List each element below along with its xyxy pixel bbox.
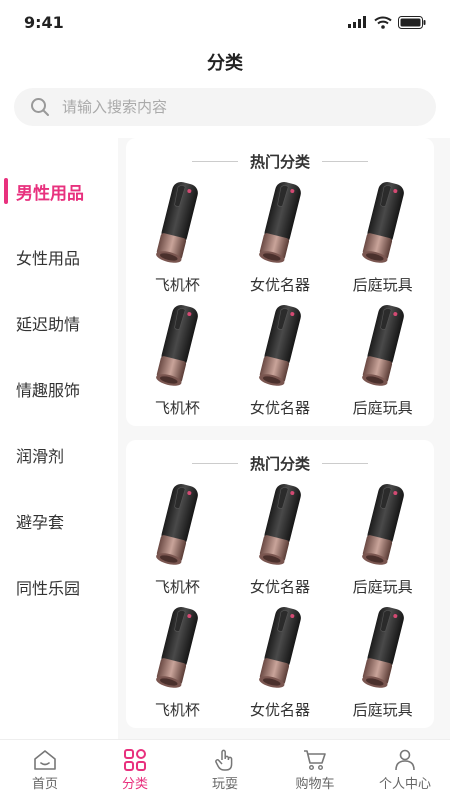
home-icon [34,749,56,770]
sidebar-item-male[interactable]: 男性用品 [0,158,118,224]
product-image [360,604,406,691]
sidebar-item-label: 润滑剂 [16,447,65,466]
product-item[interactable]: 女优名器 [229,480,332,597]
status-bar: 9:41 [0,0,450,44]
product-label: 女优名器 [249,578,310,596]
product-label: 后庭玩具 [352,399,413,417]
sidebar-item-label: 避孕套 [16,513,65,532]
user-icon [395,749,415,770]
sidebar-item-apparel[interactable]: 情趣服饰 [0,356,118,422]
category-section: 热门分类 飞机杯 女优名器 后庭玩具 飞机杯 女优名器 后庭玩具 [126,440,434,728]
product-image [154,481,201,568]
search-icon [31,98,49,116]
tab-category[interactable]: 分类 [90,740,180,800]
search-box[interactable] [14,88,436,126]
sidebar-item-female[interactable]: 女性用品 [0,224,118,290]
content-area: 男性用品 女性用品 延迟助情 情趣服饰 润滑剂 避孕套 同性乐园 热门分类 飞机… [0,136,450,740]
product-image [154,302,201,389]
search-input[interactable] [60,97,384,117]
battery-icon [398,15,426,29]
product-image [360,302,406,389]
product-item[interactable]: 女优名器 [229,178,332,295]
sidebar-item-label: 情趣服饰 [16,381,81,400]
product-item[interactable]: 后庭玩具 [331,178,434,295]
product-item[interactable]: 飞机杯 [126,178,229,295]
sidebar-item-gay[interactable]: 同性乐园 [0,554,118,620]
product-image [360,179,406,266]
tab-label: 个人中心 [378,776,431,792]
product-item[interactable]: 女优名器 [229,603,332,720]
sidebar-item-lubricant[interactable]: 润滑剂 [0,422,118,488]
divider [191,462,238,464]
product-image [257,179,304,266]
section-title: 热门分类 [249,454,310,473]
sidebar-item-label: 同性乐园 [16,579,81,598]
sidebar-item-label: 延迟助情 [16,315,81,334]
product-image [360,481,406,568]
category-section: 热门分类 飞机杯 女优名器 后庭玩具 飞机杯 女优名器 后庭玩具 [126,138,434,426]
tab-label: 分类 [121,776,148,792]
tab-cart[interactable]: 购物车 [270,740,360,800]
product-image [257,302,304,389]
product-image [257,604,304,691]
product-grid: 飞机杯 女优名器 后庭玩具 飞机杯 女优名器 后庭玩具 [126,178,434,418]
cart-icon [304,749,326,770]
search-bar [0,80,450,138]
divider [322,160,368,162]
product-item[interactable]: 飞机杯 [126,480,229,597]
tab-label: 首页 [31,776,58,792]
status-time: 9:41 [24,12,64,32]
tab-label: 玩耍 [211,776,238,792]
product-item[interactable]: 后庭玩具 [331,603,434,720]
signal-icon [348,16,366,28]
tab-label: 购物车 [295,776,335,792]
tab-profile[interactable]: 个人中心 [360,740,450,800]
product-label: 后庭玩具 [352,701,413,719]
product-item[interactable]: 后庭玩具 [331,480,434,597]
product-item[interactable]: 女优名器 [229,301,332,418]
product-image [154,604,201,691]
product-label: 女优名器 [249,701,310,719]
status-icons [348,15,426,29]
tab-home[interactable]: 首页 [0,740,90,800]
product-image [257,481,304,568]
product-label: 后庭玩具 [352,276,413,294]
divider [191,160,238,162]
hand-icon [215,749,233,771]
wifi-icon [374,16,392,29]
bottom-tab-bar: 首页 分类 玩耍 购物车 个人中心 [0,739,450,800]
product-item[interactable]: 飞机杯 [126,603,229,720]
sidebar-item-label: 男性用品 [16,183,84,204]
product-grid: 飞机杯 女优名器 后庭玩具 飞机杯 女优名器 后庭玩具 [126,480,434,720]
category-main: 热门分类 飞机杯 女优名器 后庭玩具 飞机杯 女优名器 后庭玩具 热门分类 飞机… [118,136,450,740]
section-header: 热门分类 [126,150,434,172]
section-header: 热门分类 [126,452,434,474]
product-label: 女优名器 [249,276,310,294]
product-label: 飞机杯 [154,578,200,596]
page-title: 分类 [0,44,450,80]
section-title: 热门分类 [249,152,310,171]
sidebar-item-condom[interactable]: 避孕套 [0,488,118,554]
product-label: 后庭玩具 [352,578,413,596]
category-sidebar: 男性用品 女性用品 延迟助情 情趣服饰 润滑剂 避孕套 同性乐园 [0,136,118,740]
product-item[interactable]: 后庭玩具 [331,301,434,418]
category-icon [124,748,146,771]
tab-play[interactable]: 玩耍 [180,740,270,800]
product-label: 飞机杯 [154,701,200,719]
divider [322,462,368,464]
product-label: 飞机杯 [154,399,200,417]
product-image [154,179,201,266]
product-label: 女优名器 [249,399,310,417]
sidebar-item-delay[interactable]: 延迟助情 [0,290,118,356]
product-item[interactable]: 飞机杯 [126,301,229,418]
product-label: 飞机杯 [154,276,200,294]
sidebar-item-label: 女性用品 [16,249,81,268]
